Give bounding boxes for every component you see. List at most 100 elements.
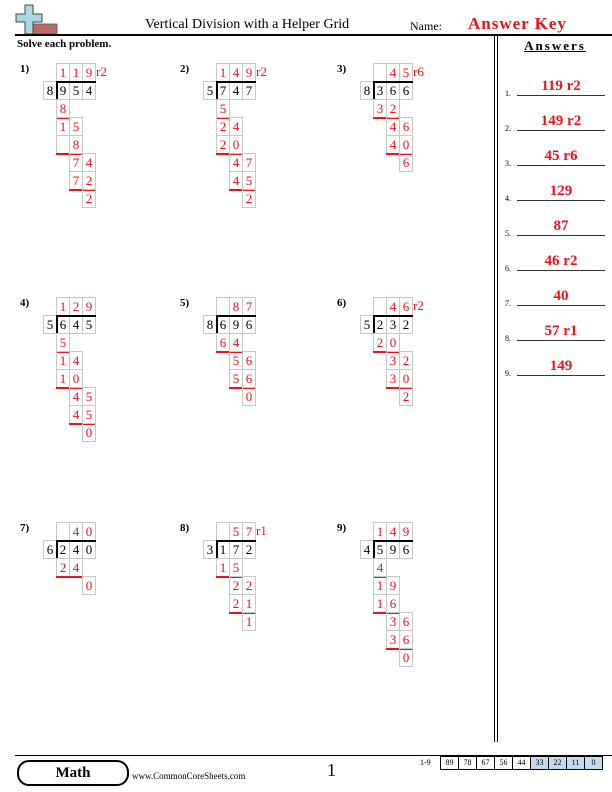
header-divider <box>15 34 612 36</box>
dividend-digit: 0 <box>82 540 96 559</box>
step-digit: 0 <box>82 423 96 442</box>
step-digit: 2 <box>56 558 70 577</box>
score-cell: 67 <box>476 756 495 770</box>
step-digit: 2 <box>229 594 243 613</box>
quotient-digit <box>216 522 230 541</box>
quotient-digit <box>56 522 70 541</box>
step-digit: 7 <box>242 153 256 172</box>
divisor: 8 <box>43 81 57 100</box>
step-digit: 1 <box>56 369 70 388</box>
dividend-digit: 9 <box>229 315 243 334</box>
divisor: 3 <box>203 540 217 559</box>
remainder: r6 <box>413 64 424 79</box>
step-digit: 7 <box>69 153 83 172</box>
step-digit: 4 <box>69 405 83 424</box>
step-digit: 4 <box>229 117 243 136</box>
step-digit: 4 <box>229 333 243 352</box>
dividend-digit: 9 <box>56 81 70 100</box>
quotient-digit: 6 <box>399 297 413 316</box>
step-digit: 4 <box>69 387 83 406</box>
step-digit: 2 <box>373 333 387 352</box>
quotient-digit <box>216 297 230 316</box>
quotient-digit: 4 <box>386 522 400 541</box>
division-bracket-top <box>56 81 96 83</box>
divisor: 8 <box>360 81 374 100</box>
quotient-digit: 8 <box>229 297 243 316</box>
dividend-digit: 6 <box>399 540 413 559</box>
quotient-digit: 5 <box>229 522 243 541</box>
site-link[interactable]: www.CommonCoreSheets.com <box>132 771 245 781</box>
problem-number: 9) <box>337 522 347 534</box>
quotient-digit: 9 <box>242 63 256 82</box>
dividend-digit: 6 <box>216 315 230 334</box>
step-digit: 2 <box>399 387 413 406</box>
step-digit: 2 <box>229 576 243 595</box>
answers-divider <box>497 36 498 742</box>
step-digit: 0 <box>399 648 413 667</box>
step-digit: 6 <box>399 630 413 649</box>
answer-value: 119 r2 <box>541 78 581 94</box>
step-digit: 3 <box>373 99 387 118</box>
problem-number: 7) <box>20 522 30 534</box>
step-digit: 3 <box>386 612 400 631</box>
name-value: Answer Key <box>468 14 567 33</box>
answer-number: 2. <box>505 124 511 133</box>
answers-title: Answers <box>524 38 586 53</box>
step-digit: 1 <box>216 558 230 577</box>
division-bracket-top <box>56 315 96 317</box>
dividend-digit: 3 <box>386 315 400 334</box>
step-digit: 4 <box>373 558 387 577</box>
dividend-digit: 5 <box>69 81 83 100</box>
answer-number: 8. <box>505 334 511 343</box>
division-bracket-top <box>216 540 256 542</box>
step-digit: 0 <box>399 135 413 154</box>
step-digit: 0 <box>399 369 413 388</box>
remainder: r2 <box>96 64 107 79</box>
step-digit: 5 <box>82 387 96 406</box>
quotient-digit: 9 <box>82 63 96 82</box>
step-digit: 2 <box>216 117 230 136</box>
division-bracket-side <box>373 315 375 334</box>
quotient-digit: 7 <box>242 297 256 316</box>
step-digit: 3 <box>386 369 400 388</box>
step-digit <box>56 135 70 154</box>
dividend-digit: 6 <box>399 81 413 100</box>
step-digit: 1 <box>373 576 387 595</box>
quotient-digit: 4 <box>69 522 83 541</box>
answer-value: 45 r6 <box>544 148 578 164</box>
step-digit: 0 <box>229 135 243 154</box>
dividend-digit: 2 <box>56 540 70 559</box>
quotient-digit: 1 <box>373 522 387 541</box>
step-digit: 6 <box>242 351 256 370</box>
subject-badge: Math <box>17 760 129 786</box>
step-digit: 5 <box>229 369 243 388</box>
division-bracket-top <box>216 315 256 317</box>
answer-number: 5. <box>505 229 511 238</box>
answer-row: 7. 40 <box>505 288 605 308</box>
step-digit: 2 <box>242 189 256 208</box>
subtraction-line <box>56 576 83 578</box>
logo <box>14 3 60 35</box>
quotient-digit: 4 <box>229 63 243 82</box>
dividend-digit: 5 <box>373 540 387 559</box>
score-cell: 0 <box>584 756 603 770</box>
division-bracket-side <box>56 540 58 559</box>
dividend-digit: 1 <box>216 540 230 559</box>
dividend-digit: 6 <box>56 315 70 334</box>
quotient-digit <box>373 297 387 316</box>
division-bracket-side <box>373 81 375 100</box>
answers-divider <box>494 36 495 742</box>
step-digit: 4 <box>386 135 400 154</box>
divisor: 8 <box>203 315 217 334</box>
step-digit: 0 <box>69 369 83 388</box>
divisor: 4 <box>360 540 374 559</box>
quotient-digit: 9 <box>82 297 96 316</box>
answer-row: 6. 46 r2 <box>505 253 605 273</box>
step-digit: 5 <box>229 558 243 577</box>
division-bracket-top <box>56 540 96 542</box>
division-bracket-top <box>216 81 256 83</box>
problem-number: 2) <box>180 63 190 75</box>
step-digit: 6 <box>399 117 413 136</box>
dividend-digit: 4 <box>82 81 96 100</box>
problem-number: 8) <box>180 522 190 534</box>
